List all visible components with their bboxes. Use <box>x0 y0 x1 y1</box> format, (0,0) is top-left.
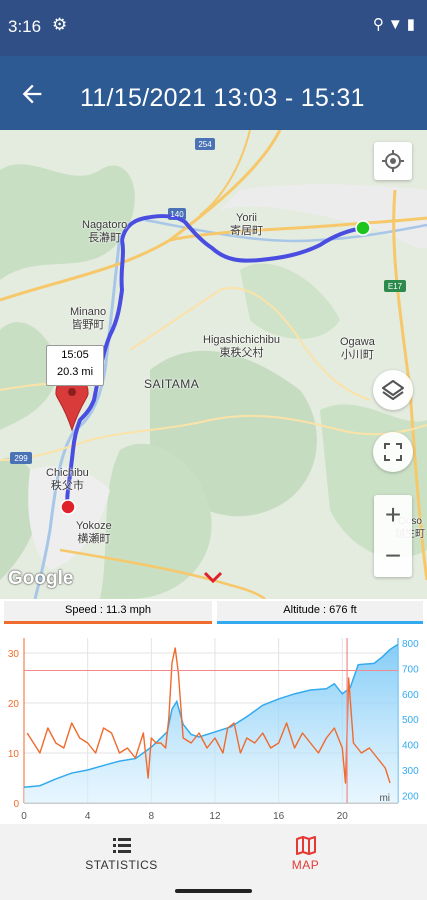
place-chichibu: Chichibu 秩父市 <box>46 467 89 492</box>
y-right-tick: 500 <box>402 715 419 726</box>
tooltip-time: 15:05 <box>61 349 89 361</box>
place-ogawa: Ogawa 小川町 <box>340 336 375 361</box>
tab-altitude[interactable]: Altitude : 676 ft <box>217 601 423 624</box>
speed-altitude-chart[interactable]: 0 10 20 30 200 300 400 500 600 700 800 0 4 8 12 16 20 mi <box>0 628 427 824</box>
road-299-label: 299 <box>14 454 28 463</box>
end-point <box>60 499 76 515</box>
zoom-controls: + − <box>374 495 412 577</box>
chart-tabs: Speed : 11.3 mph Altitude : 676 ft <box>0 599 427 624</box>
x-tick: 16 <box>273 811 285 822</box>
battery-icon: ▮ <box>406 16 419 33</box>
route-tooltip: 15:05 20.3 mi <box>46 345 104 386</box>
tab-speed[interactable]: Speed : 11.3 mph <box>4 601 212 624</box>
gesture-handle <box>175 889 252 893</box>
place-nagatoro: Nagatoro 長瀞町 <box>82 219 128 244</box>
place-saitama: SAITAMA <box>144 377 200 391</box>
x-tick: 12 <box>209 811 221 822</box>
start-point <box>355 220 371 236</box>
layers-icon <box>382 380 404 400</box>
y-left-tick: 20 <box>8 699 20 710</box>
back-button[interactable] <box>18 80 46 108</box>
road-140-label: 140 <box>170 210 184 219</box>
nav-map-label: MAP <box>291 858 320 872</box>
wifi-icon: ▼ <box>387 16 407 33</box>
map-icon <box>199 834 412 856</box>
place-higashichichibu: Higashichichibu 東秩父村 <box>203 334 281 359</box>
x-tick: 4 <box>85 811 91 822</box>
chart-svg[interactable]: 0 10 20 30 200 300 400 500 600 700 800 0 4 8 12 16 20 mi <box>0 628 427 824</box>
y-right-tick: 200 <box>402 791 419 802</box>
y-right-tick: 400 <box>402 741 419 752</box>
nav-map[interactable]: MAP <box>199 824 412 880</box>
fullscreen-button[interactable] <box>373 432 413 472</box>
place-yorii: Yorii 寄居町 <box>230 212 263 237</box>
gesture-bar <box>0 880 427 900</box>
list-icon <box>15 834 228 856</box>
y-left-tick: 30 <box>8 649 20 660</box>
google-logo: Google <box>8 568 74 589</box>
zoom-out-button[interactable]: − <box>374 536 412 577</box>
bottom-navigation: STATISTICS MAP <box>0 824 427 880</box>
x-tick: 20 <box>337 811 349 822</box>
status-time: 3:16 <box>8 17 42 36</box>
status-icons: ⚲▼▮ <box>373 15 419 33</box>
arrow-back-icon <box>22 84 42 104</box>
layers-button[interactable] <box>373 370 413 410</box>
app-bar: 11/15/2021 13:03 - 15:31 <box>0 56 427 130</box>
y-right-tick: 700 <box>402 664 419 675</box>
road-254-label: 254 <box>198 140 212 149</box>
my-location-button[interactable] <box>374 142 412 180</box>
nav-statistics-label: STATISTICS <box>85 858 158 872</box>
fullscreen-icon <box>384 443 402 461</box>
y-right-tick: 300 <box>402 766 419 777</box>
page-title: 11/15/2021 13:03 - 15:31 <box>80 84 365 112</box>
y-right-tick: 600 <box>402 690 419 701</box>
place-minano: Minano 皆野町 <box>70 306 107 331</box>
tooltip-distance: 20.3 mi <box>56 366 94 378</box>
y-left-tick: 0 <box>13 799 19 810</box>
location-icon: ⚲ <box>372 16 388 33</box>
nav-statistics[interactable]: STATISTICS <box>15 824 228 880</box>
place-yokoze: Yokoze 横瀬町 <box>76 520 112 545</box>
status-bar: 3:16 ⚙ ⚲▼▮ <box>0 0 427 56</box>
map-view[interactable]: 254 140 E17 299 Nagatoro 長瀞町 Yorii 寄居町 M… <box>0 130 427 599</box>
zoom-in-button[interactable]: + <box>374 495 412 536</box>
gear-icon: ⚙ <box>52 15 68 34</box>
road-e17-label: E17 <box>387 282 403 291</box>
x-tick: 0 <box>21 811 27 822</box>
x-unit: mi <box>379 793 390 804</box>
my-location-icon <box>382 150 404 172</box>
x-tick: 8 <box>149 811 155 822</box>
y-left-tick: 10 <box>8 749 20 760</box>
y-right-tick: 800 <box>402 639 419 650</box>
